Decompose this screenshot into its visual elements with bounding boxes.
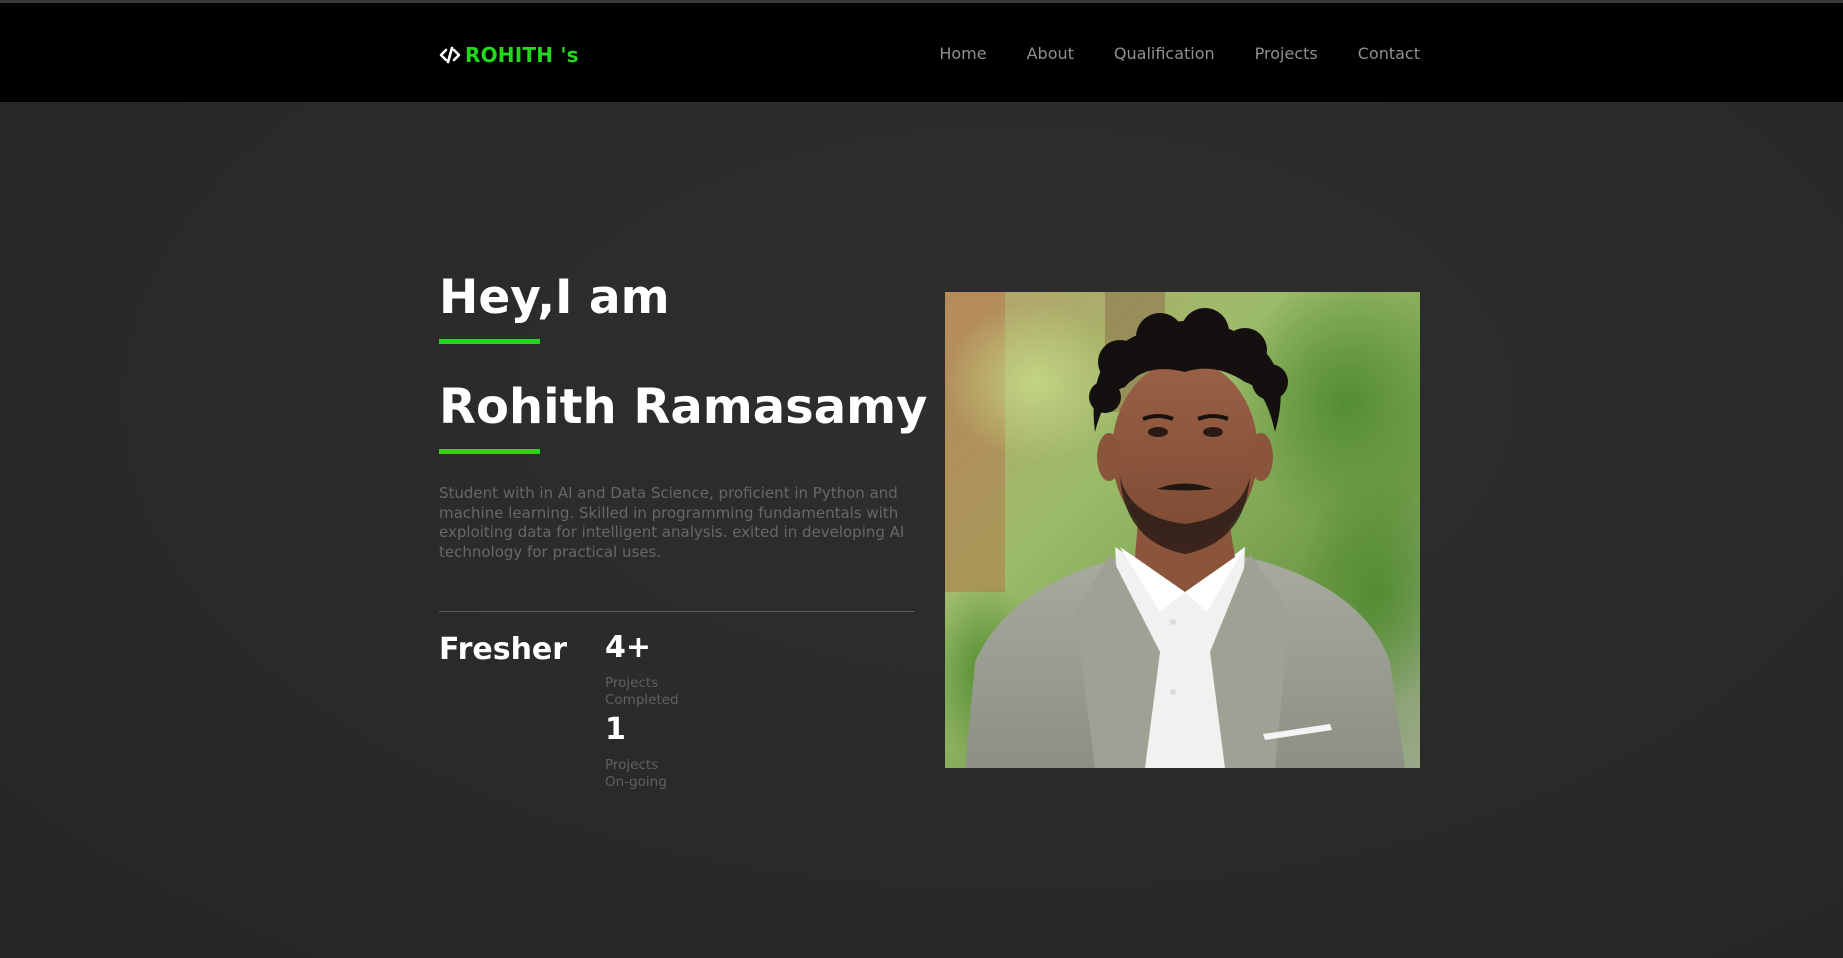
nav-projects-link[interactable]: Projects [1255,44,1318,63]
nav-contact-link[interactable]: Contact [1358,44,1420,63]
hero-greeting: Hey,I am [439,270,670,325]
main-nav: Home About Qualification Projects Contac… [939,44,1420,63]
profile-photo [945,292,1420,768]
stat-label-line: Completed [605,692,679,708]
logo-text: ROHITH 's [465,43,579,67]
navbar: ROHITH 's Home About Qualification Proje… [0,3,1843,102]
accent-underline [439,339,540,344]
stat-label: Projects On-going [605,757,667,791]
stat-number: 4+ [605,630,652,665]
status-label: Fresher [439,632,568,667]
nav-home-link[interactable]: Home [939,44,986,63]
accent-underline [439,449,540,454]
stat-label-line: Projects [605,757,659,773]
stat-number: 1 [605,712,626,747]
hero-description: Student with in AI and Data Science, pro… [439,484,905,561]
hero-section: Hey,I am Rohith Ramasamy Student with in… [0,102,1843,958]
nav-qualification-link[interactable]: Qualification [1114,44,1215,63]
stat-projects-completed: 4+ Projects Completed [605,631,679,709]
nav-about-link[interactable]: About [1027,44,1074,63]
stat-label-line: Projects [605,675,659,691]
hero-name: Rohith Ramasamy [439,379,928,435]
stat-projects-ongoing: 1 Projects On-going [605,713,667,791]
stat-label-line: On-going [605,774,667,790]
site-logo[interactable]: ROHITH 's [439,41,579,69]
section-divider [439,611,915,612]
code-icon [439,45,461,65]
stat-label: Projects Completed [605,675,679,709]
